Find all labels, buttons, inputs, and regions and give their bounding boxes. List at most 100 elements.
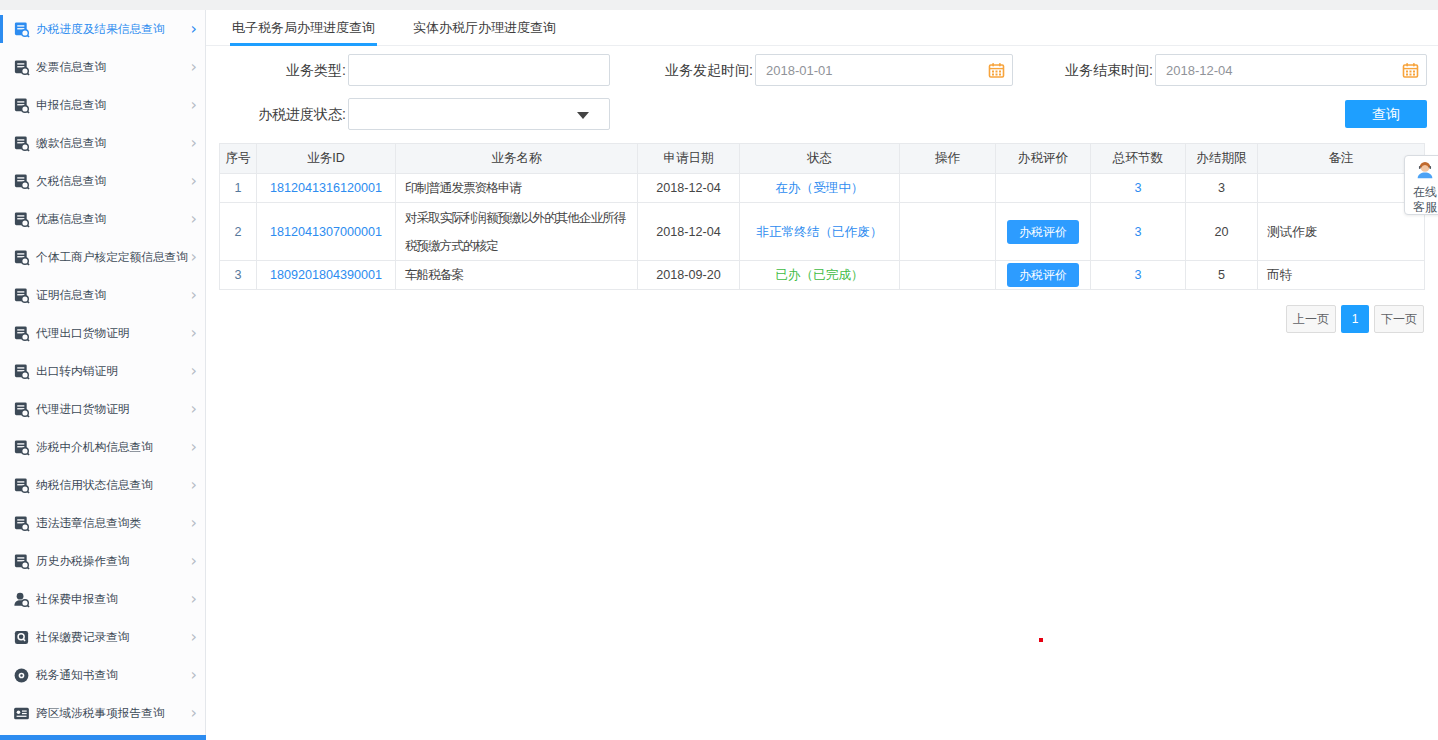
chevron-right-icon: › [191, 401, 197, 417]
tax-notice-search-icon [13, 667, 30, 684]
column-header: 操作 [900, 144, 996, 174]
social-security-record-search-icon [13, 629, 30, 646]
chevron-right-icon: › [191, 705, 197, 721]
sidebar-item-label: 历史办税操作查询 [36, 554, 205, 569]
end-time-label: 业务结束时间: [996, 54, 1153, 86]
sidebar-item[interactable]: 缴款信息查询› [0, 124, 205, 162]
total-steps-link[interactable]: 3 [1134, 268, 1141, 282]
sidebar-item[interactable]: 社保费申报查询› [0, 580, 205, 618]
chevron-right-icon: › [191, 173, 197, 189]
sidebar-item-label: 证明信息查询 [36, 288, 205, 303]
progress-status-label: 办税进度状态: [206, 98, 346, 130]
calendar-icon[interactable] [1402, 62, 1419, 79]
sidebar-item[interactable]: 违法违章信息查询类› [0, 504, 205, 542]
sidebar-item[interactable]: 代理进口货物证明› [0, 390, 205, 428]
sidebar-item[interactable]: 历史办税操作查询› [0, 542, 205, 580]
service-label-line1: 在线 [1405, 185, 1438, 200]
action-cell [900, 174, 996, 203]
chevron-right-icon: › [191, 363, 197, 379]
chevron-right-icon: › [191, 287, 197, 303]
sidebar-item[interactable]: 个体工商户核定定额信息查询› [0, 238, 205, 276]
business-id-link[interactable]: 1812041307000001 [270, 225, 382, 239]
preference-search-icon [13, 211, 30, 228]
total-steps-link[interactable]: 3 [1134, 225, 1141, 239]
status-text: 非正常终结（已作废） [757, 225, 883, 239]
sidebar-item-label: 纳税信用状态信息查询 [36, 478, 205, 493]
chevron-right-icon: › [191, 667, 197, 683]
sidebar-item-label: 社保缴费记录查询 [36, 630, 205, 645]
sidebar-item[interactable]: 出口转内销证明› [0, 352, 205, 390]
sidebar-item-label: 涉税中介机构信息查询 [36, 440, 205, 455]
sidebar-item[interactable]: 申报信息查询› [0, 86, 205, 124]
payment-search-icon [13, 135, 30, 152]
chevron-right-icon: › [191, 629, 197, 645]
online-service-widget[interactable]: 在线 客服 [1404, 155, 1438, 215]
sidebar-bottom-bar [0, 735, 206, 740]
dropdown-arrow-icon [577, 112, 589, 119]
chevron-right-icon: › [191, 249, 197, 265]
sidebar-item[interactable]: 代理出口货物证明› [0, 314, 205, 352]
business-type-label: 业务类型: [206, 54, 346, 86]
total-steps-link[interactable]: 3 [1134, 181, 1141, 195]
business-name-cell: 车船税备案 [396, 261, 638, 290]
chevron-right-icon: › [191, 325, 197, 341]
business-type-input[interactable] [348, 54, 610, 86]
start-time-input[interactable]: 2018-01-01 [755, 54, 1013, 86]
service-avatar-icon [1414, 159, 1436, 181]
progress-status-select[interactable] [348, 98, 610, 130]
sidebar-item[interactable]: 纳税信用状态信息查询› [0, 466, 205, 504]
deadline-cell: 5 [1186, 261, 1258, 290]
sidebar-item[interactable]: 税务通知书查询› [0, 656, 205, 694]
business-name-cell: 对采取实际利润额预缴以外的其他企业所得税预缴方式的核定 [396, 203, 638, 261]
results-table: 序号业务ID业务名称申请日期状态操作办税评价总环节数办结期限备注 1181204… [219, 143, 1425, 290]
tax-arrears-search-icon [13, 173, 30, 190]
sidebar-item-label: 办税进度及结果信息查询 [36, 22, 205, 37]
search-button[interactable]: 查询 [1345, 100, 1427, 128]
certificate-search-icon [13, 287, 30, 304]
chevron-right-icon: › [191, 439, 197, 455]
column-header: 申请日期 [638, 144, 740, 174]
evaluate-button[interactable]: 办税评价 [1007, 263, 1079, 287]
sidebar-item[interactable]: 证明信息查询› [0, 276, 205, 314]
next-page-button[interactable]: 下一页 [1374, 305, 1424, 333]
progress-result-search-icon [13, 21, 30, 38]
apply-date-cell: 2018-12-04 [638, 174, 740, 203]
sidebar-item[interactable]: 涉税中介机构信息查询› [0, 428, 205, 466]
table-row: 2 1812041307000001 对采取实际利润额预缴以外的其他企业所得税预缴方… [220, 203, 1425, 261]
tab-etax-progress[interactable]: 电子税务局办理进度查询 [232, 10, 375, 45]
intermediary-search-icon [13, 439, 30, 456]
evaluate-button[interactable]: 办税评价 [1007, 220, 1079, 244]
service-label-line2: 客服 [1405, 200, 1438, 215]
row-index: 2 [234, 225, 241, 239]
sidebar-item[interactable]: 办税进度及结果信息查询› [0, 10, 205, 48]
column-header: 业务ID [257, 144, 396, 174]
import-agent-certificate-icon [13, 401, 30, 418]
row-index: 3 [234, 268, 241, 282]
sidebar-item[interactable]: 欠税信息查询› [0, 162, 205, 200]
evaluate-cell: 办税评价 [996, 261, 1091, 290]
sidebar-item[interactable]: 跨区域涉税事项报告查询› [0, 694, 205, 732]
current-page-button[interactable]: 1 [1341, 305, 1369, 333]
column-header: 办税评价 [996, 144, 1091, 174]
business-id-link[interactable]: 1809201804390001 [270, 268, 382, 282]
sidebar-item-label: 欠税信息查询 [36, 174, 205, 189]
sidebar-item-label: 代理进口货物证明 [36, 402, 205, 417]
prev-page-button[interactable]: 上一页 [1286, 305, 1336, 333]
tab-hall-progress[interactable]: 实体办税厅办理进度查询 [413, 10, 556, 45]
sidebar-item-label: 缴款信息查询 [36, 136, 205, 151]
sidebar-item[interactable]: 社保缴费记录查询› [0, 618, 205, 656]
evaluate-cell: 办税评价 [996, 203, 1091, 261]
invoice-search-icon [13, 59, 30, 76]
start-time-label: 业务发起时间: [586, 54, 753, 86]
end-time-input[interactable]: 2018-12-04 [1155, 54, 1427, 86]
social-security-declare-search-icon [13, 591, 30, 608]
business-id-link[interactable]: 1812041316120001 [270, 181, 382, 195]
table-body: 11812041316120001印制普通发票资格申请2018-12-04在办（… [220, 174, 1425, 290]
individual-quota-search-icon [13, 249, 30, 266]
sidebar-item[interactable]: 优惠信息查询› [0, 200, 205, 238]
sidebar-item-label: 个体工商户核定定额信息查询 [36, 250, 205, 265]
sidebar-item[interactable]: 发票信息查询› [0, 48, 205, 86]
evaluate-cell [996, 174, 1091, 203]
row-index: 1 [234, 181, 241, 195]
chevron-right-icon: › [191, 211, 197, 227]
